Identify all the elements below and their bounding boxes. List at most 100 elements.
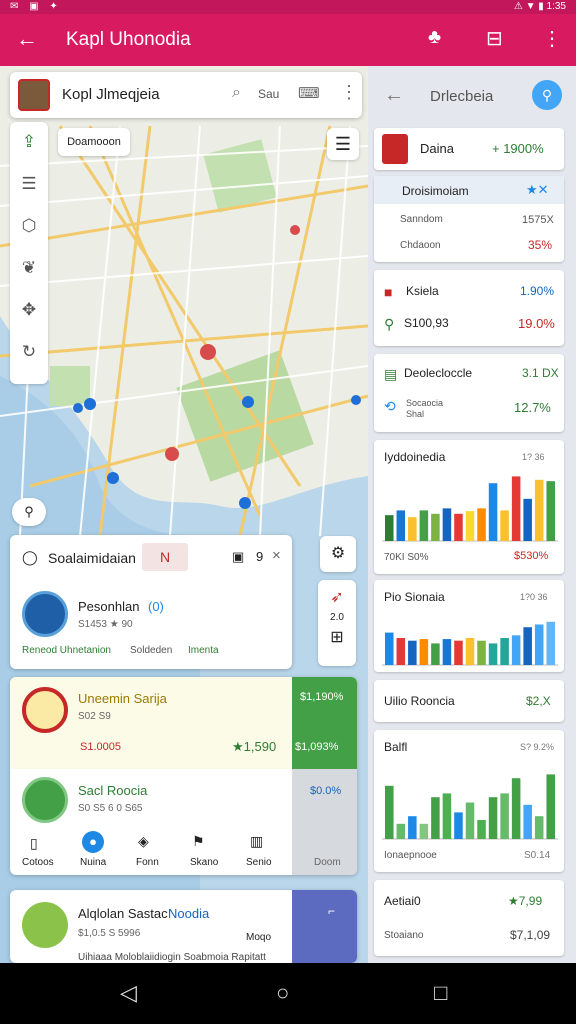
offer-thumbnail[interactable] bbox=[22, 687, 68, 733]
place-item-extra: (0) bbox=[148, 599, 164, 614]
collapse-icon[interactable]: ⌐ bbox=[328, 904, 335, 918]
panel-card-deolecloccle[interactable]: ▤ Deolecloccle 3.1 DX ⟲ Socaocia Shal 12… bbox=[374, 354, 564, 432]
card-value: 3.1 DX bbox=[522, 366, 559, 380]
tag-icon[interactable]: ▣ bbox=[232, 549, 244, 565]
chart-bar bbox=[454, 640, 463, 665]
panel-card-daina[interactable]: Daina + 1900% bbox=[374, 128, 564, 170]
grid-icon[interactable]: ⊞ bbox=[318, 628, 356, 648]
search-icon[interactable]: ⌕ bbox=[232, 84, 241, 102]
avatar[interactable] bbox=[18, 79, 50, 111]
directions-icon[interactable]: ✥ bbox=[10, 290, 48, 330]
scale-label: 2.0 bbox=[330, 612, 344, 623]
refresh-icon[interactable]: ↻ bbox=[10, 332, 48, 372]
action-label-4[interactable]: Skano bbox=[190, 857, 218, 868]
place-footer-right[interactable]: Imenta bbox=[188, 645, 219, 656]
offer-card[interactable]: Uneemin Sarija S02 S9 S1.0005 ★1,590 $1,… bbox=[10, 677, 357, 875]
share-icon[interactable]: ➶ bbox=[318, 588, 356, 608]
bottom-thumbnail[interactable] bbox=[22, 902, 68, 948]
panel-chart-card-2[interactable]: Pio Sionaia 1?0 36 bbox=[374, 580, 564, 672]
close-icon[interactable]: × bbox=[272, 547, 281, 564]
place-footer-mid[interactable]: Soldeden bbox=[130, 645, 172, 656]
chart-bar bbox=[546, 621, 555, 665]
bar-chart-2 bbox=[382, 621, 558, 666]
place-icon[interactable]: ● bbox=[82, 831, 104, 853]
notification-icons: ✉ ▣ ✦ bbox=[10, 1, 62, 12]
place-thumbnail[interactable] bbox=[22, 591, 68, 637]
card-title: Ksiela bbox=[406, 284, 439, 298]
more-vert-icon[interactable]: ⋮ bbox=[542, 26, 562, 51]
chart-bar bbox=[534, 816, 544, 839]
building-icon[interactable]: ▥ bbox=[250, 833, 263, 850]
status-bar: ✉ ▣ ✦ ⚠ ▼ ▮ 1:35 bbox=[0, 0, 576, 14]
action-label-2[interactable]: Nuina bbox=[80, 857, 106, 868]
person-pin-icon[interactable]: ♣ bbox=[428, 26, 441, 49]
phone-icon[interactable]: ▯ bbox=[30, 835, 38, 852]
map-filter-chip[interactable]: Doamooon bbox=[58, 128, 130, 156]
panel-search-icon[interactable]: ⚲ bbox=[532, 80, 562, 110]
action-label-1[interactable]: Cotoos bbox=[22, 857, 54, 868]
chart-bar bbox=[546, 774, 555, 839]
chart-bar bbox=[488, 643, 498, 665]
chart-bar bbox=[442, 639, 452, 665]
chart-title: Pio Sionaia bbox=[384, 590, 445, 604]
globe-icon[interactable]: ◈ bbox=[138, 833, 149, 850]
second-offer-sub: S0 S5 6 0 S65 bbox=[78, 803, 143, 814]
panel-card-aetiai[interactable]: Aetiai0 ★7,99 Stoaiano $7,1,09 bbox=[374, 880, 564, 956]
chart-bar bbox=[385, 632, 394, 665]
chart-bar bbox=[431, 797, 440, 839]
save-icon[interactable]: ⊟ bbox=[486, 26, 503, 51]
offer-badge: $1,190% bbox=[300, 691, 344, 703]
nav-back-icon[interactable]: ◁ bbox=[120, 980, 137, 1006]
panel-back-icon[interactable]: ← bbox=[384, 84, 404, 107]
action-side-label[interactable]: Doom bbox=[314, 857, 341, 868]
nav-recent-icon[interactable]: □ bbox=[434, 980, 447, 1006]
card-value: + 1900% bbox=[492, 141, 544, 156]
chart-corner: 1?0 36 bbox=[520, 592, 548, 602]
chart-bar bbox=[431, 513, 440, 541]
leaf-icon[interactable]: ❦ bbox=[10, 248, 48, 288]
route-icon[interactable]: ⇪ bbox=[10, 122, 48, 162]
card-title: Uilio Rooncia bbox=[384, 694, 455, 708]
app-bar: ← Kapl Uhonodia ♣ ⊟ ⋮ bbox=[0, 14, 576, 66]
map-search-bar[interactable]: Kopl Jlmeqjeia ⌕ Sau ⌨ ⋮ bbox=[10, 72, 362, 118]
settings-gear-icon[interactable]: ⚙ bbox=[320, 536, 356, 572]
place-card-title: Soalaimidaian bbox=[48, 550, 136, 566]
chart-bar bbox=[477, 820, 486, 839]
chart-bar bbox=[385, 785, 394, 839]
share-icon[interactable]: ⚑ bbox=[192, 833, 205, 850]
place-card-radio-icon[interactable]: ◯ bbox=[22, 549, 38, 566]
chart-bar bbox=[511, 778, 521, 839]
panel-chart-card-3[interactable]: Balfl S? 9.2% Ionaepnooe S0.14 bbox=[374, 730, 564, 872]
card-foot-left: Stoaiano bbox=[384, 930, 424, 941]
action-label-3[interactable]: Fonn bbox=[136, 857, 159, 868]
row-value: 19.0% bbox=[518, 316, 555, 331]
pin-icon[interactable]: ⚲ bbox=[12, 498, 46, 526]
place-footer-left[interactable]: Reneod Uhnetanion bbox=[22, 645, 111, 656]
action-label-5[interactable]: Senio bbox=[246, 857, 272, 868]
bottom-footer: Uihiaaa Moloblaiidiogin Soabmoia Rapitat… bbox=[78, 952, 266, 963]
panel-card-droisimoiam[interactable]: Droisimoiam ★✕ Sanndom 1575X Chdaoon 35% bbox=[374, 176, 564, 262]
more-vert-icon[interactable]: ⋮ bbox=[340, 82, 358, 103]
offer-rating: ★1,590 bbox=[232, 739, 277, 754]
back-arrow-icon[interactable]: ← bbox=[16, 26, 38, 52]
list-icon[interactable]: ☰ bbox=[10, 164, 48, 204]
layers-menu-icon[interactable]: ☰ bbox=[327, 128, 359, 160]
chart-bar bbox=[442, 793, 452, 839]
row-label: S100,93 bbox=[404, 316, 449, 330]
panel-card-ksiela[interactable]: ■ Ksiela 1.90% ⚲ S100,93 19.0% bbox=[374, 270, 564, 346]
chart-bar bbox=[488, 483, 498, 541]
chart-bar bbox=[408, 816, 417, 839]
bar-chart-1 bbox=[382, 476, 558, 542]
nav-home-icon[interactable]: ○ bbox=[276, 980, 289, 1006]
panel-chart-card-1[interactable]: Iyddoinedia 1? 36 70KI S0% $530% bbox=[374, 440, 564, 574]
keyboard-icon[interactable]: ⌨ bbox=[298, 84, 320, 102]
star-icon[interactable]: ★✕ bbox=[526, 182, 549, 198]
map-side-tools: ➶ 2.0 ⊞ bbox=[318, 580, 356, 666]
second-offer-thumbnail[interactable] bbox=[22, 777, 68, 823]
place-card[interactable]: ◯ Soalaimidaian N ▣ 9 × Pesonhlan (0) S1… bbox=[10, 535, 292, 669]
place-badge: N bbox=[142, 543, 188, 571]
bottom-card[interactable]: Alqlolan Sastac Noodia $1,0.5 S 5996 Moq… bbox=[10, 890, 357, 963]
chart-foot-left: 70KI S0% bbox=[384, 552, 429, 563]
panel-card-uilio[interactable]: Uilio Rooncia $2,X bbox=[374, 680, 564, 722]
hexagon-icon[interactable]: ⬡ bbox=[10, 206, 48, 246]
